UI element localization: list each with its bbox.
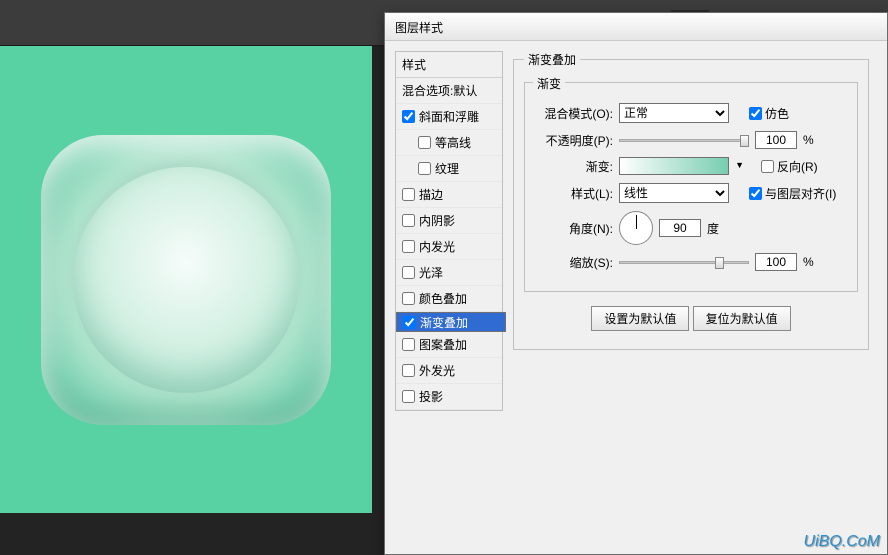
dialog-title: 图层样式 (395, 21, 443, 35)
gradient-subgroup: 渐变 混合模式(O): 正常 仿色 不透明度(P): (524, 82, 858, 292)
document-canvas[interactable] (0, 46, 372, 513)
bevel-label: 斜面和浮雕 (419, 108, 479, 125)
stroke-label: 描边 (419, 186, 443, 203)
overlay-group-title: 渐变叠加 (524, 51, 580, 68)
contour-checkbox[interactable] (418, 136, 431, 149)
contour-row[interactable]: 等高线 (396, 130, 502, 156)
angle-label: 角度(N): (535, 220, 613, 237)
inner-shadow-label: 内阴影 (419, 212, 455, 229)
dither-checkbox[interactable] (749, 107, 762, 120)
scale-label: 缩放(S): (535, 254, 613, 271)
inner-shadow-row[interactable]: 内阴影 (396, 208, 502, 234)
angle-unit: 度 (707, 220, 719, 237)
pattern-overlay-row[interactable]: 图案叠加 (396, 332, 502, 358)
dither-label: 仿色 (765, 105, 789, 122)
blend-mode-select[interactable]: 正常 (619, 103, 729, 123)
satin-label: 光泽 (419, 264, 443, 281)
inner-glow-row[interactable]: 内发光 (396, 234, 502, 260)
layer-style-dialog: 图层样式 样式 混合选项:默认 斜面和浮雕 等高线 纹理 描边 (384, 12, 888, 555)
gradient-subgroup-title: 渐变 (533, 75, 565, 92)
outer-glow-label: 外发光 (419, 362, 455, 379)
align-label: 与图层对齐(I) (765, 185, 836, 202)
drop-shadow-row[interactable]: 投影 (396, 384, 502, 410)
reverse-checkbox[interactable] (761, 160, 774, 173)
bevel-row[interactable]: 斜面和浮雕 (396, 104, 502, 130)
reset-default-button[interactable]: 复位为默认值 (693, 306, 791, 331)
opacity-input[interactable] (755, 131, 797, 149)
watermark-text: UiBQ.CoM (804, 533, 880, 551)
stroke-row[interactable]: 描边 (396, 182, 502, 208)
styles-header[interactable]: 样式 (396, 52, 502, 78)
drop-shadow-checkbox[interactable] (402, 390, 415, 403)
make-default-button[interactable]: 设置为默认值 (591, 306, 689, 331)
blend-mode-label: 混合模式(O): (535, 105, 613, 122)
gradient-overlay-row[interactable]: 渐变叠加 (396, 312, 506, 332)
icon-artwork (41, 135, 331, 425)
color-overlay-row[interactable]: 颜色叠加 (396, 286, 502, 312)
styles-list: 样式 混合选项:默认 斜面和浮雕 等高线 纹理 描边 内阴影 (395, 51, 503, 411)
scale-input[interactable] (755, 253, 797, 271)
inner-glow-checkbox[interactable] (402, 240, 415, 253)
satin-row[interactable]: 光泽 (396, 260, 502, 286)
inner-shadow-checkbox[interactable] (402, 214, 415, 227)
dialog-titlebar[interactable]: 图层样式 (385, 13, 887, 41)
outer-glow-row[interactable]: 外发光 (396, 358, 502, 384)
angle-input[interactable] (659, 219, 701, 237)
gradient-label: 渐变: (535, 158, 613, 175)
color-overlay-label: 颜色叠加 (419, 290, 467, 307)
texture-label: 纹理 (435, 160, 459, 177)
satin-checkbox[interactable] (402, 266, 415, 279)
style-select[interactable]: 线性 (619, 183, 729, 203)
drop-shadow-label: 投影 (419, 388, 443, 405)
reverse-label: 反向(R) (777, 158, 818, 175)
inner-glow-label: 内发光 (419, 238, 455, 255)
pattern-overlay-label: 图案叠加 (419, 336, 467, 353)
gradient-picker[interactable] (619, 157, 729, 175)
pattern-overlay-checkbox[interactable] (402, 338, 415, 351)
align-checkbox[interactable] (749, 187, 762, 200)
color-overlay-checkbox[interactable] (402, 292, 415, 305)
style-label: 样式(L): (535, 185, 613, 202)
opacity-slider[interactable] (619, 139, 749, 142)
gradient-overlay-label: 渐变叠加 (420, 314, 468, 331)
scale-slider[interactable] (619, 261, 749, 264)
gradient-overlay-checkbox[interactable] (403, 316, 416, 329)
stroke-checkbox[interactable] (402, 188, 415, 201)
opacity-label: 不透明度(P): (535, 132, 613, 149)
scale-unit: % (803, 255, 814, 269)
blending-options-row[interactable]: 混合选项:默认 (396, 78, 502, 104)
opacity-unit: % (803, 133, 814, 147)
texture-row[interactable]: 纹理 (396, 156, 502, 182)
gradient-overlay-panel: 渐变叠加 渐变 混合模式(O): 正常 仿色 不透明度(P): (513, 51, 869, 350)
contour-label: 等高线 (435, 134, 471, 151)
blending-options-label: 混合选项:默认 (402, 82, 477, 99)
angle-dial[interactable] (619, 211, 653, 245)
texture-checkbox[interactable] (418, 162, 431, 175)
outer-glow-checkbox[interactable] (402, 364, 415, 377)
bevel-checkbox[interactable] (402, 110, 415, 123)
